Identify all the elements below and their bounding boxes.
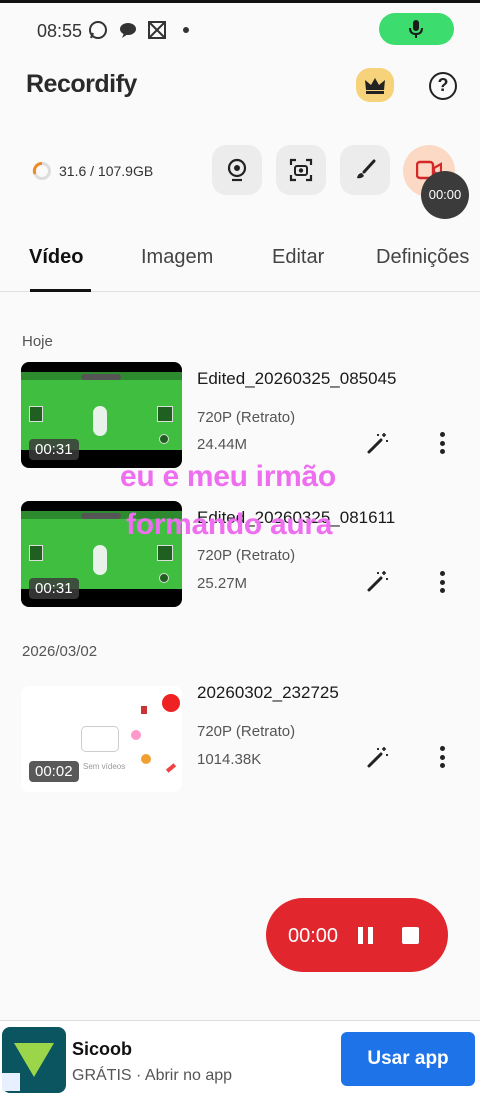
floating-record-timer[interactable]: 00:00 [421,171,469,219]
status-bar: 08:55 [0,4,480,50]
thumb-control-right [157,406,173,422]
premium-button[interactable] [356,68,394,102]
video-resolution: 720P (Retrato) [197,409,296,426]
dot-icon [183,27,189,33]
tab-image[interactable]: Imagem [141,246,213,269]
app-logo: Recordify [26,70,137,98]
storage-ring-icon [32,161,51,180]
ad-title: Sicoob [72,1039,133,1059]
video-resolution: 720P (Retrato) [197,723,296,740]
thumb-control-right [157,545,173,561]
more-options-icon[interactable] [440,432,446,454]
magic-wand-icon[interactable] [366,431,390,455]
chat-icon [120,23,136,38]
ad-subtitle: GRÁTIS · Abrir no app [72,1067,233,1084]
thumb-control-button [159,434,169,444]
overlay-caption-line2: formando aura [126,508,333,541]
thumb-hud [81,513,121,519]
crown-icon [365,78,385,94]
video-thumbnail[interactable]: 00:31 [21,362,182,468]
webcam-icon [227,158,247,182]
active-tab-indicator [30,289,91,292]
video-size: 1014.38K [197,751,262,768]
status-time: 08:55 [37,21,83,41]
thumb-control-button [159,573,169,583]
top-border [0,0,480,3]
section-label-date: 2026/03/02 [22,643,98,660]
thumb-caption: Sem vídeos [83,762,126,771]
ad-banner[interactable]: Sicoob GRÁTIS · Abrir no app Usar app [0,1020,480,1098]
pause-icon[interactable] [358,927,376,945]
video-duration: 00:31 [29,439,79,460]
video-thumbnail[interactable]: Sem vídeos 00:02 [21,686,182,792]
more-options-icon[interactable] [440,571,446,593]
tab-edit[interactable]: Editar [272,246,324,269]
mic-indicator[interactable] [379,13,454,45]
thumb-control-left [29,545,43,561]
storage-text: 31.6 / 107.9GB [59,163,154,179]
section-label-today: Hoje [22,333,53,350]
magic-wand-icon[interactable] [366,569,390,593]
brush-icon [357,159,376,179]
ad-cta-button[interactable]: Usar app [341,1032,475,1086]
whatsapp-icon [89,21,107,39]
gallery-icon [148,21,166,39]
recording-control: 00:00 [266,898,448,972]
thumb-hud [81,374,121,380]
magic-wand-icon[interactable] [366,745,390,769]
tab-video[interactable]: Vídeo [29,246,83,269]
video-duration: 00:31 [29,578,79,599]
more-options-icon[interactable] [440,746,446,768]
video-duration: 00:02 [29,761,79,782]
video-size: 24.44M [197,436,248,453]
thumb-brush-icon [165,763,177,773]
stop-icon[interactable] [402,927,419,944]
video-resolution: 720P (Retrato) [197,547,296,564]
webcam-button[interactable] [212,145,262,195]
thumb-camera-icon [131,730,141,740]
screenshot-icon [289,158,313,182]
ad-play-icon[interactable] [2,1073,20,1091]
thumb-control-left [29,406,43,422]
video-size: 25.27M [197,575,248,592]
camera-placeholder-icon [81,726,119,752]
brush-button[interactable] [340,145,390,195]
recording-time: 00:00 [288,925,339,947]
thumb-pause-icon [141,706,147,714]
video-title[interactable]: 20260302_232725 [197,683,339,703]
tab-settings[interactable]: Definições [376,246,469,269]
thumb-stop-icon [162,694,180,712]
overlay-caption-line1: eu e meu irmão [120,460,336,493]
microphone-icon [409,20,423,38]
thumb-character [93,406,107,436]
screenshot-button[interactable] [276,145,326,195]
video-title[interactable]: Edited_20260325_085045 [197,369,396,389]
thumb-character [93,545,107,575]
tab-bar: Vídeo Imagem Editar Definições [0,232,480,292]
thumb-webcam-icon [141,754,151,764]
help-button[interactable]: ? [429,72,457,100]
